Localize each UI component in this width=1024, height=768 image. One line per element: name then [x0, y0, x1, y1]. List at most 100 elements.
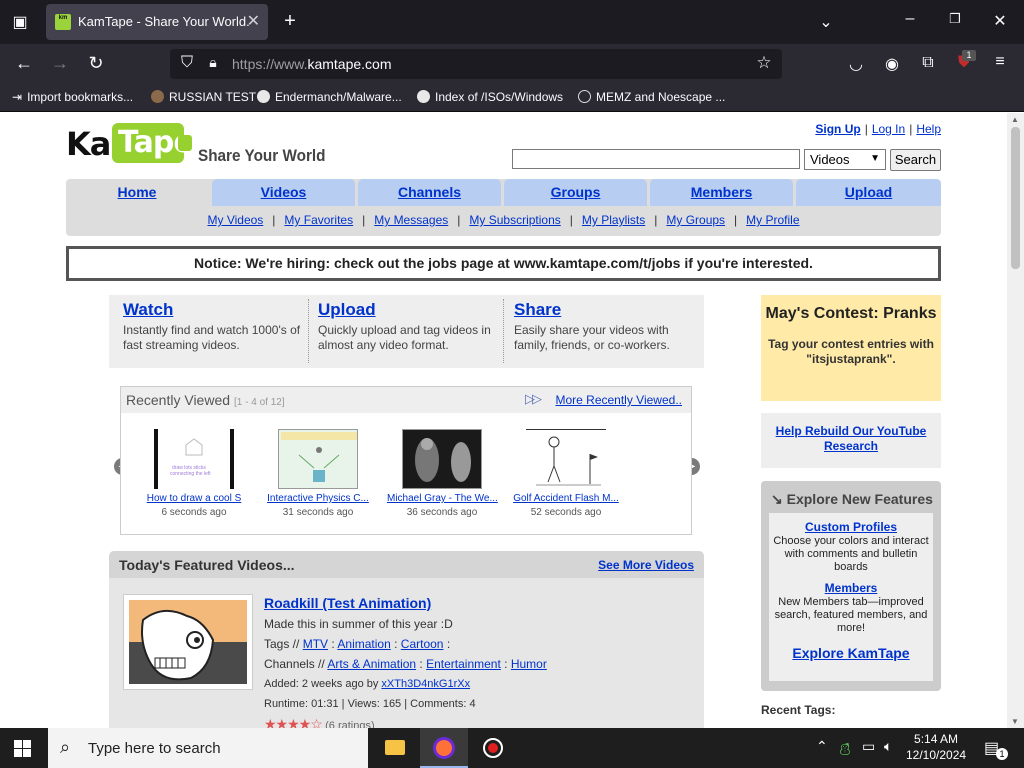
video-title-link[interactable]: Michael Gray - The We...: [387, 493, 498, 504]
sub-nav: My Videos | My Favorites | My Messages | My Su…: [207, 213, 800, 227]
menu-icon[interactable]: ≡: [990, 53, 1010, 71]
my-profile-link[interactable]: My Profile: [746, 213, 799, 227]
log-in-link[interactable]: Log In: [872, 122, 905, 136]
chevron-down-icon: ▼: [870, 153, 880, 164]
upload-link[interactable]: Upload: [318, 300, 376, 319]
recent-video-item[interactable]: draw lots sticks connecting the left How …: [139, 429, 249, 518]
my-favorites-link[interactable]: My Favorites: [284, 213, 353, 227]
double-arrow-icon: ▷▷: [525, 391, 542, 406]
video-thumbnail[interactable]: [526, 429, 606, 489]
author-link[interactable]: xXTh3D4nkG1rXx: [381, 678, 470, 690]
extensions-icon[interactable]: ⧉: [918, 54, 938, 72]
rebuild-research-link[interactable]: Help Rebuild Our YouTube Research: [776, 424, 927, 453]
my-playlists-link[interactable]: My Playlists: [582, 213, 645, 227]
maximize-icon[interactable]: ❐: [945, 11, 965, 27]
bookmark-russian-test[interactable]: RUSSIAN TEST: [151, 90, 256, 104]
watch-link[interactable]: Watch: [123, 300, 173, 319]
sign-up-link[interactable]: Sign Up: [815, 122, 860, 136]
minimize-icon[interactable]: –: [900, 10, 920, 28]
tag-link[interactable]: MTV: [303, 637, 328, 651]
video-title-link[interactable]: Golf Accident Flash M...: [513, 493, 619, 504]
search-button[interactable]: Search: [890, 149, 941, 171]
account-icon[interactable]: ◉: [882, 54, 902, 74]
channel-link[interactable]: Entertainment: [426, 657, 501, 671]
members-link[interactable]: Members: [825, 581, 878, 595]
ublock-badge: 1: [962, 50, 976, 61]
video-thumbnail[interactable]: [278, 429, 358, 489]
volume-icon[interactable]: 🔈︎: [884, 738, 892, 755]
see-more-videos-link[interactable]: See More Videos: [598, 558, 694, 572]
watch-upload-share: Watch Instantly find and watch 1000's of…: [109, 295, 704, 368]
windows-start-icon[interactable]: [14, 740, 31, 757]
recorder-icon[interactable]: [469, 728, 517, 768]
tab-members[interactable]: Members: [650, 179, 793, 206]
rebuild-box: Help Rebuild Our YouTube Research: [761, 413, 941, 468]
video-thumbnail[interactable]: [402, 429, 482, 489]
bookmark-import[interactable]: ⇥ Import bookmarks...: [12, 90, 133, 104]
tab-overview-icon[interactable]: ▣: [10, 12, 30, 32]
channel-link[interactable]: Arts & Animation: [327, 657, 416, 671]
firefox-icon[interactable]: [420, 728, 468, 768]
network-icon[interactable]: ▭: [862, 738, 875, 755]
tab-home[interactable]: Home: [66, 179, 208, 206]
tab-channels[interactable]: Channels: [358, 179, 501, 206]
custom-profiles-link[interactable]: Custom Profiles: [805, 520, 897, 534]
lock-icon[interactable]: 🔒︎: [204, 54, 222, 71]
page-scrollbar[interactable]: ▲ ▼: [1007, 113, 1024, 728]
viewed-ago: 6 seconds ago: [161, 507, 227, 518]
tab-upload[interactable]: Upload: [796, 179, 941, 206]
bookmark-endermanch[interactable]: Endermanch/Malware...: [257, 90, 402, 104]
rating-stars-icon: ★★★★☆: [264, 716, 323, 728]
close-tab-icon[interactable]: ✕: [247, 11, 260, 31]
help-link[interactable]: Help: [916, 122, 941, 136]
my-videos-link[interactable]: My Videos: [207, 213, 263, 227]
back-icon[interactable]: ←: [14, 53, 34, 74]
explore-kamtape-link[interactable]: Explore KamTape: [792, 645, 909, 661]
close-window-icon[interactable]: ✕: [990, 11, 1010, 31]
chevron-up-icon[interactable]: ⌃: [816, 738, 828, 755]
recent-video-item[interactable]: Golf Accident Flash M... 52 seconds ago: [511, 429, 621, 518]
search-input[interactable]: [512, 149, 800, 169]
video-thumbnail[interactable]: draw lots sticks connecting the left: [154, 429, 234, 489]
shield-icon[interactable]: ⛉: [178, 54, 196, 72]
file-explorer-icon[interactable]: [371, 728, 419, 768]
bookmark-isos[interactable]: Index of /ISOs/Windows: [417, 90, 563, 104]
my-groups-link[interactable]: My Groups: [666, 213, 725, 227]
tab-videos[interactable]: Videos: [212, 179, 355, 206]
recent-video-item[interactable]: Michael Gray - The We... 36 seconds ago: [387, 429, 498, 518]
import-icon: ⇥: [12, 90, 23, 104]
watch-feature: Watch Instantly find and watch 1000's of…: [123, 300, 313, 353]
my-subscriptions-link[interactable]: My Subscriptions: [469, 213, 560, 227]
browser-tab[interactable]: km KamTape - Share Your World. ✕: [46, 4, 268, 40]
svg-text:connecting the left: connecting the left: [170, 471, 211, 477]
bookmark-star-icon[interactable]: ☆: [754, 53, 774, 73]
scroll-down-icon[interactable]: ▼: [1011, 717, 1019, 726]
scroll-up-icon[interactable]: ▲: [1011, 115, 1019, 124]
tab-list-chevron-icon[interactable]: ⌄: [816, 12, 836, 32]
url-text[interactable]: https://www.kamtape.com: [232, 56, 392, 72]
my-messages-link[interactable]: My Messages: [374, 213, 448, 227]
channel-link[interactable]: Humor: [511, 657, 547, 671]
more-recently-viewed-link[interactable]: More Recently Viewed..: [555, 393, 682, 407]
page-icon: [151, 90, 164, 103]
search-category-select[interactable]: Videos ▼: [804, 149, 886, 170]
tag-link[interactable]: Cartoon: [401, 637, 444, 651]
new-tab-icon[interactable]: +: [280, 10, 300, 33]
address-bar[interactable]: ⛉ 🔒︎ https://www.kamtape.com ☆: [170, 49, 782, 79]
share-link[interactable]: Share: [514, 300, 561, 319]
network-user-icon[interactable]: ⛄︎: [838, 738, 852, 759]
forward-icon[interactable]: →: [50, 53, 70, 74]
bookmark-memz[interactable]: MEMZ and Noescape ...: [578, 90, 725, 104]
recent-video-item[interactable]: Interactive Physics C... 31 seconds ago: [263, 429, 373, 518]
system-clock[interactable]: 5:14 AM 12/10/2024: [906, 731, 966, 763]
tag-link[interactable]: Animation: [337, 637, 390, 651]
video-title-link[interactable]: How to draw a cool S: [147, 493, 242, 504]
taskbar-search[interactable]: ⌕ Type here to search: [48, 728, 368, 768]
pocket-icon[interactable]: ◡: [846, 54, 866, 74]
scrollbar-thumb[interactable]: [1011, 127, 1020, 269]
featured-video-thumbnail[interactable]: [123, 594, 253, 690]
tab-groups[interactable]: Groups: [504, 179, 647, 206]
video-title-link[interactable]: Interactive Physics C...: [267, 493, 369, 504]
featured-video-title-link[interactable]: Roadkill (Test Animation): [264, 595, 431, 611]
reload-icon[interactable]: ↻: [86, 53, 106, 74]
